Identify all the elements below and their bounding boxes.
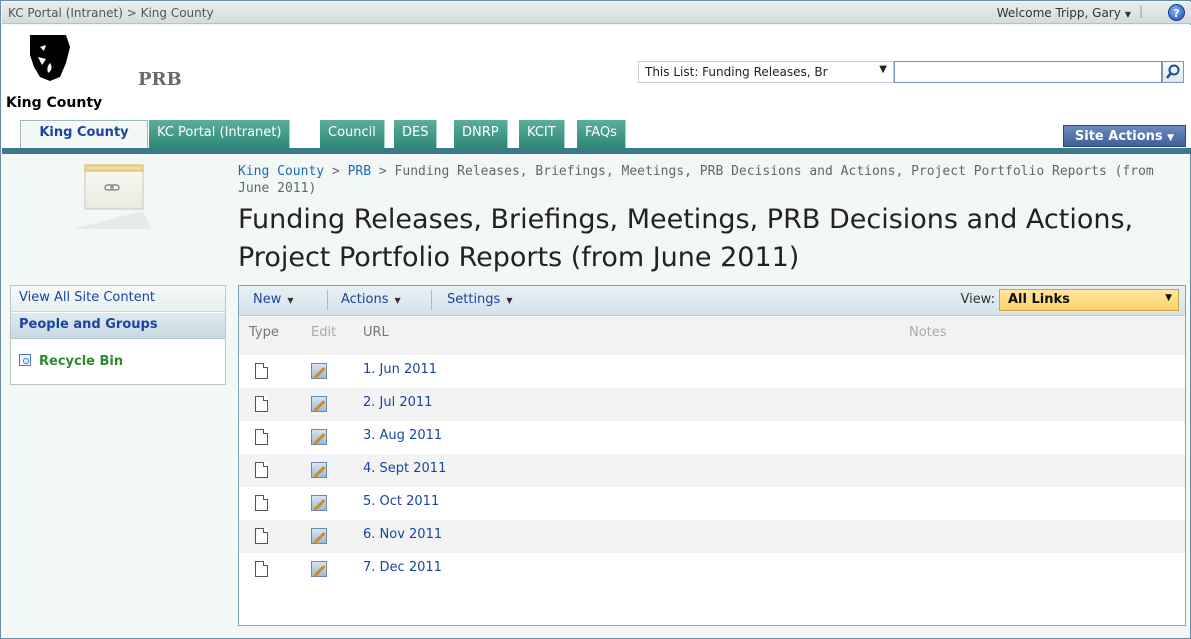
tab-king-county[interactable]: King County	[20, 120, 148, 149]
column-url[interactable]: URL	[363, 325, 389, 340]
edit-icon[interactable]	[311, 528, 327, 544]
table-row: 2. Jul 2011	[239, 388, 1185, 421]
people-and-groups-link[interactable]: People and Groups	[11, 313, 225, 339]
breadcrumb-prb[interactable]: PRB	[348, 164, 371, 179]
links-list-icon	[73, 164, 151, 229]
search-input[interactable]	[894, 61, 1162, 83]
site-title[interactable]: PRB	[138, 69, 182, 90]
settings-menu[interactable]: Settings ▼	[447, 292, 512, 307]
welcome-separator: |	[1138, 4, 1143, 18]
table-row: 1. Jun 2011	[239, 355, 1185, 388]
tab-kcit[interactable]: KCIT	[519, 120, 565, 148]
recycle-bin-icon	[19, 354, 31, 366]
site-actions-menu[interactable]: Site Actions ▼	[1063, 125, 1186, 147]
chevron-down-icon: ▼	[394, 296, 401, 305]
row-url-link[interactable]: 1. Jun 2011	[363, 362, 437, 377]
chevron-down-icon: ▼	[1124, 10, 1131, 19]
welcome-label: Welcome Tripp, Gary	[996, 6, 1121, 20]
edit-icon[interactable]	[311, 462, 327, 478]
row-url-link[interactable]: 6. Nov 2011	[363, 527, 442, 542]
quick-launch: View All Site Content People and Groups …	[10, 285, 226, 385]
document-icon[interactable]	[255, 396, 268, 412]
search-scope-select[interactable]: This List: Funding Releases, Br ▼	[638, 61, 894, 83]
table-row: 4. Sept 2011	[239, 454, 1185, 487]
view-select[interactable]: All Links ▼	[999, 289, 1179, 311]
page-frame: KC Portal (Intranet) > King County Welco…	[0, 0, 1191, 639]
chevron-down-icon: ▼	[287, 296, 294, 305]
tabs-underline	[2, 148, 1191, 154]
page-title: Funding Releases, Briefings, Meetings, P…	[238, 204, 1134, 273]
tab-council[interactable]: Council	[320, 120, 385, 148]
recycle-bin-label: Recycle Bin	[39, 354, 124, 369]
row-url-link[interactable]: 5. Oct 2011	[363, 494, 439, 509]
new-label: New	[253, 292, 282, 307]
chevron-down-icon: ▼	[506, 296, 513, 305]
links-list: New ▼ Actions ▼ Settings ▼ View: All Links …	[238, 285, 1186, 626]
row-url-link[interactable]: 2. Jul 2011	[363, 395, 432, 410]
row-url-link[interactable]: 4. Sept 2011	[363, 461, 446, 476]
global-bar: KC Portal (Intranet) > King County Welco…	[2, 2, 1191, 24]
edit-icon[interactable]	[311, 429, 327, 445]
view-label: View:	[960, 292, 995, 307]
tab-kc-portal[interactable]: KC Portal (Intranet)	[149, 120, 291, 148]
document-icon[interactable]	[255, 429, 268, 445]
tab-faqs[interactable]: FAQs	[577, 120, 626, 148]
breadcrumb-separator: >	[324, 164, 348, 179]
chevron-down-icon: ▼	[1165, 293, 1172, 303]
edit-icon[interactable]	[311, 561, 327, 577]
recycle-bin-link[interactable]: Recycle Bin	[11, 350, 225, 376]
view-all-site-content-link[interactable]: View All Site Content	[11, 286, 225, 312]
table-row: 6. Nov 2011	[239, 520, 1185, 553]
column-type[interactable]: Type	[249, 325, 279, 340]
toolbar-separator	[431, 290, 432, 310]
document-icon[interactable]	[255, 363, 268, 379]
breadcrumb-separator: >	[371, 164, 395, 179]
list-toolbar: New ▼ Actions ▼ Settings ▼ View: All Links …	[239, 286, 1185, 316]
top-nav-tabs: King County KC Portal (Intranet) Council…	[2, 120, 1191, 149]
document-icon[interactable]	[255, 495, 268, 511]
chevron-down-icon: ▼	[1167, 133, 1175, 143]
document-icon[interactable]	[255, 462, 268, 478]
actions-menu[interactable]: Actions ▼	[341, 292, 401, 307]
search-button[interactable]	[1162, 61, 1184, 83]
help-icon[interactable]: ?	[1168, 4, 1185, 21]
table-row: 5. Oct 2011	[239, 487, 1185, 520]
column-notes: Notes	[909, 325, 947, 340]
table-row: 7. Dec 2011	[239, 553, 1185, 586]
row-url-link[interactable]: 7. Dec 2011	[363, 560, 442, 575]
search-scope-value: This List: Funding Releases, Br	[645, 65, 828, 79]
row-url-link[interactable]: 3. Aug 2011	[363, 428, 442, 443]
site-header: King County PRB This List: Funding Relea…	[2, 25, 1191, 120]
document-icon[interactable]	[255, 561, 268, 577]
breadcrumb: King County > PRB > Funding Releases, Br…	[238, 163, 1168, 197]
settings-label: Settings	[447, 292, 501, 307]
breadcrumb-king-county[interactable]: King County	[238, 164, 324, 179]
global-breadcrumb[interactable]: KC Portal (Intranet) > King County	[8, 6, 214, 20]
edit-icon[interactable]	[311, 363, 327, 379]
edit-icon[interactable]	[311, 396, 327, 412]
tab-des[interactable]: DES	[394, 120, 438, 148]
edit-icon[interactable]	[311, 495, 327, 511]
toolbar-separator	[327, 290, 328, 310]
view-select-value: All Links	[1008, 292, 1070, 307]
table-header: Type Edit URL Notes	[239, 317, 1185, 355]
king-county-logo-icon[interactable]	[20, 33, 76, 83]
table-row: 3. Aug 2011	[239, 421, 1185, 454]
actions-label: Actions	[341, 292, 389, 307]
site-actions-label: Site Actions	[1074, 129, 1163, 144]
document-icon[interactable]	[255, 528, 268, 544]
search-icon	[1166, 64, 1180, 79]
chevron-down-icon: ▼	[879, 64, 887, 75]
tab-dnrp[interactable]: DNRP	[454, 120, 508, 148]
logo-text: King County	[6, 95, 103, 111]
new-menu[interactable]: New ▼	[253, 292, 294, 307]
column-edit: Edit	[311, 325, 337, 340]
welcome-menu[interactable]: Welcome Tripp, Gary ▼	[997, 6, 1131, 20]
